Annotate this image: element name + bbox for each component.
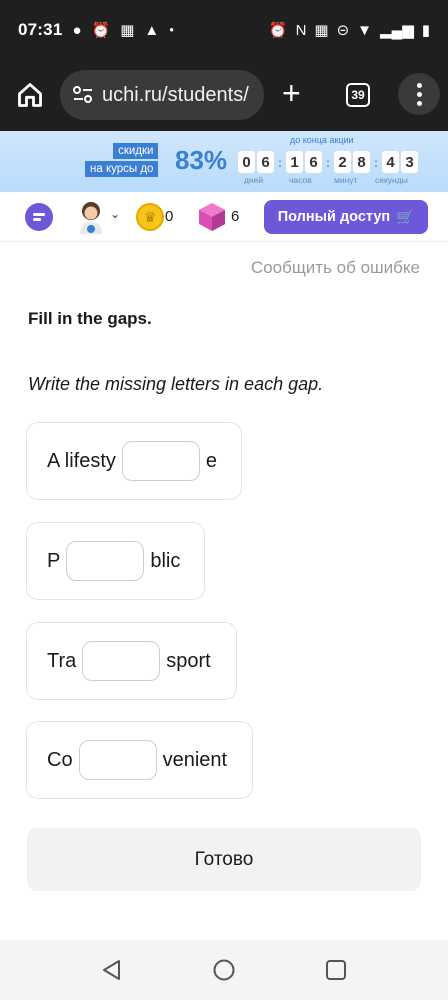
gap-card: A lifesty e [26,422,242,500]
timer-separator: : [325,154,331,170]
dnd-icon: ⊝ [336,21,350,39]
timer-label-seconds: секунды [375,175,408,185]
recents-icon[interactable] [324,958,348,982]
gap-text-before: A lifesty [47,449,116,472]
status-bar: 07:31 ● ⏰ ▦ ▲ ● ⏰ N ▦ ⊝ ▼ ▂▄▆ ▮ [0,0,448,60]
alarm-icon: ⏰ [91,21,111,39]
gap-input[interactable] [66,541,145,581]
gap-text-after: blic [150,549,181,572]
done-button[interactable]: Готово [27,828,421,891]
gem-count: 6 [231,208,240,225]
browser-menu-icon[interactable] [398,73,440,115]
avatar[interactable] [76,200,106,234]
app-toolbar: ⌄ ♛ 0 6 Полный доступ 🛒 [0,192,448,242]
alarm-icon: ⏰ [268,21,288,39]
timer-label-minutes: минут [334,175,358,185]
site-settings-icon[interactable] [72,85,94,105]
countdown-timer: 0 6 : 1 6 : 2 8 : 4 3 [238,151,420,173]
chat-icon[interactable] [25,203,53,231]
gap-text-before: Tra [47,649,77,672]
timer-labels: дней часов минут секунды [238,175,418,187]
cart-icon: 🛒 [396,209,415,226]
task-instruction: Write the missing letters in each gap. [28,374,324,394]
signal-icon: ▂▄▆ [380,21,414,39]
back-icon[interactable] [100,958,124,982]
news-icon: ▦ [120,21,135,39]
timer-digit: 8 [353,151,370,173]
gap-text-before: P [47,549,61,572]
home-icon[interactable] [16,81,44,109]
promo-percent: 83% [175,145,228,175]
gap-text-before: Co [47,748,73,771]
chat-bubble-icon: ● [72,21,82,39]
full-access-label: Полный доступ [277,209,391,225]
address-bar[interactable]: uchi.ru/students/ [60,70,264,120]
promo-tag-line1: скидки [113,143,159,159]
report-error-link[interactable]: Сообщить об ошибке [251,258,420,278]
gap-input[interactable] [121,441,200,481]
nfc-icon: N [295,21,307,39]
status-time: 07:31 [18,20,63,39]
home-nav-icon[interactable] [212,958,236,982]
gap-text-after: e [205,449,218,472]
coin-icon: ♛ [136,203,164,231]
tab-count: 39 [351,88,365,102]
timer-label-hours: часов [289,175,312,185]
gap-text-after: sport [166,649,211,672]
vibrate-icon: ▦ [314,21,329,39]
coin-count: 0 [165,208,174,225]
task-title: Fill in the gaps. [28,309,152,328]
tab-switcher-button[interactable]: 39 [346,83,370,107]
gem-icon [199,203,225,231]
promo-tag-line2: на курсы до [85,161,159,177]
dot-icon: ● [169,25,175,34]
timer-separator: : [277,154,283,170]
promo-tag: скидки на курсы до [85,143,159,179]
gap-card: P blic [26,522,205,600]
timer-label-days: дней [244,175,264,185]
chevron-down-icon[interactable]: ⌄ [110,207,120,221]
timer-digit: 1 [286,151,303,173]
timer-separator: : [373,154,379,170]
timer-digit: 2 [334,151,351,173]
done-label: Готово [194,848,254,870]
system-nav-bar [0,940,448,1000]
timer-digit: 0 [238,151,255,173]
gap-card: Tra sport [26,622,237,700]
url-text: uchi.ru/students/ [102,83,249,106]
timer-digit: 6 [305,151,322,173]
timer-digit: 3 [401,151,418,173]
battery-icon: ▮ [421,21,430,39]
gap-input[interactable] [78,740,157,780]
warning-icon: ▲ [144,21,160,39]
url-row: uchi.ru/students/ + 39 [0,66,448,124]
gap-text-after: venient [162,748,228,771]
promo-banner[interactable]: скидки на курсы до 83% до конца акции 0 … [0,131,448,192]
timer-digit: 6 [257,151,274,173]
full-access-button[interactable]: Полный доступ 🛒 [264,200,428,234]
promo-until-label: до конца акции [290,135,354,145]
timer-digit: 4 [382,151,399,173]
gap-input[interactable] [82,641,161,681]
new-tab-icon[interactable]: + [282,77,301,109]
wifi-icon: ▼ [357,21,373,39]
gap-card: Co venient [26,721,253,799]
browser-chrome: 07:31 ● ⏰ ▦ ▲ ● ⏰ N ▦ ⊝ ▼ ▂▄▆ ▮ uchi.ru/… [0,0,448,131]
